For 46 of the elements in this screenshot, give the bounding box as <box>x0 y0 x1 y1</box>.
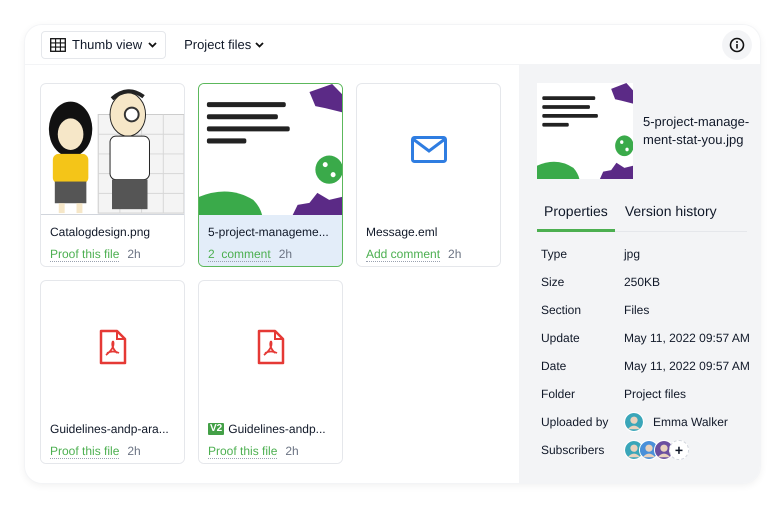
file-name: Guidelines-andp... <box>228 421 326 438</box>
file-card[interactable]: Guidelines-andp-ara... Proof this file 2h <box>40 280 185 464</box>
pdf-file-icon <box>98 328 126 364</box>
file-name: Catalogdesign.png <box>50 224 150 241</box>
property-value: 250KB <box>624 274 660 291</box>
time-ago: 2h <box>448 246 462 263</box>
property-label: Subscribers <box>541 442 606 459</box>
file-name: Guidelines-andp-ara... <box>50 421 169 438</box>
time-ago: 2h <box>278 246 292 263</box>
info-button[interactable] <box>722 30 752 60</box>
envelope-icon <box>410 136 446 163</box>
property-label: Uploaded by <box>541 414 610 431</box>
file-card[interactable]: Message.eml Add comment 2h <box>356 83 501 267</box>
time-ago: 2h <box>127 443 141 460</box>
time-ago: 2h <box>127 246 141 263</box>
panel-tab[interactable]: Properties <box>537 201 615 232</box>
caret-icon <box>255 42 264 48</box>
info-icon <box>729 36 745 52</box>
property-value: May 11, 2022 09:57 AM <box>624 330 750 347</box>
uploader-name: Emma Walker <box>653 414 728 431</box>
panel-tab[interactable]: Version history <box>618 201 724 232</box>
folder-dropdown-button[interactable]: Project files <box>184 30 264 58</box>
file-card[interactable]: Catalogdesign.png Proof this file 2h <box>40 83 185 267</box>
file-name: Message.eml <box>366 224 438 241</box>
pdf-file-icon <box>256 328 284 364</box>
file-name: 5-project-manageme... <box>208 224 329 241</box>
time-ago: 2h <box>285 443 299 460</box>
property-label: Date <box>541 358 568 375</box>
avatar-icon <box>624 412 644 432</box>
property-label: Folder <box>541 386 576 403</box>
property-value: jpg <box>624 246 640 263</box>
view-dropdown-button[interactable]: Thumb view <box>41 30 166 58</box>
grid-icon <box>50 38 66 52</box>
property-label: Size <box>541 274 566 291</box>
property-value: Project files <box>624 386 686 403</box>
file-card[interactable]: 5-project-manageme... 2 comment 2h <box>198 83 343 267</box>
file-card[interactable]: V2 Guidelines-andp... Proof this file 2h <box>198 280 343 464</box>
selected-file-name: 5-project-manage- ment-stat-you.jpg <box>643 113 750 149</box>
property-label: Update <box>541 330 581 347</box>
add-subscriber-button[interactable]: + <box>669 440 689 460</box>
property-label: Type <box>541 246 568 263</box>
version-badge: V2 <box>208 423 224 435</box>
caret-icon <box>148 42 158 48</box>
property-label: Section <box>541 302 582 319</box>
property-value: Files <box>624 302 650 319</box>
property-value: May 11, 2022 09:57 AM <box>624 358 750 375</box>
